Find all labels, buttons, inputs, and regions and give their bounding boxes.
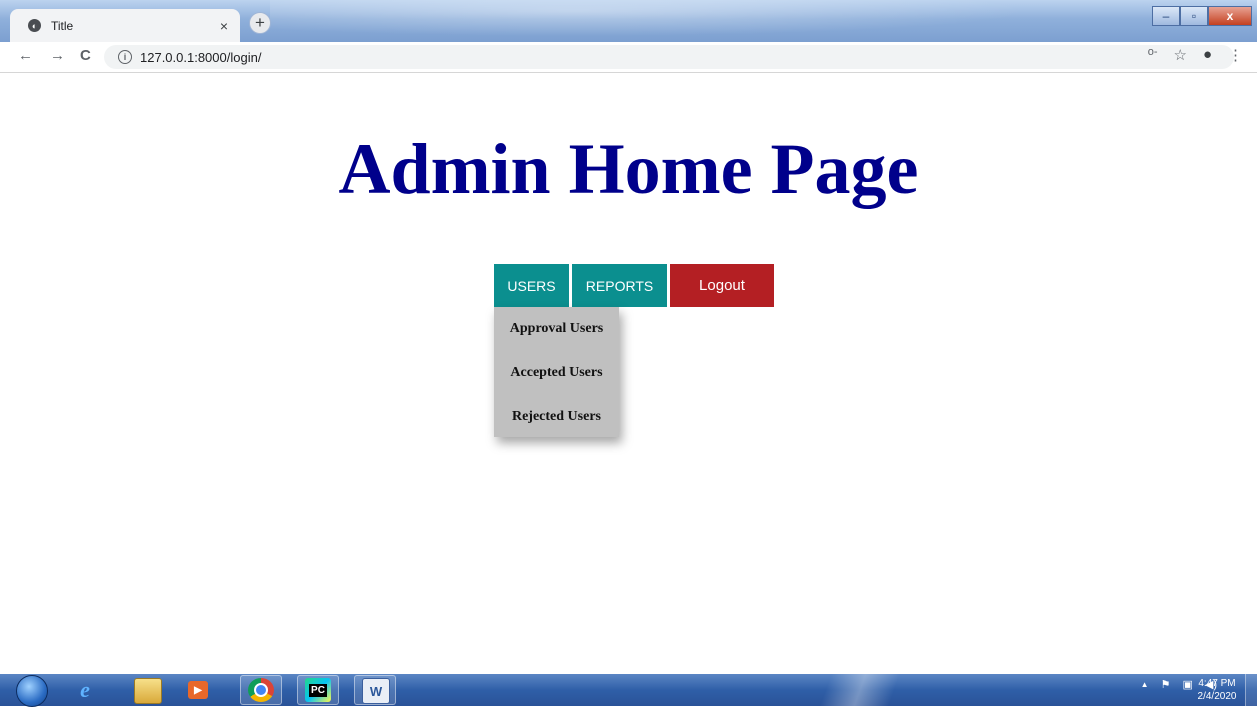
toolbar-icons: o- ☆ ● ⋮ [1148,46,1243,64]
maximize-button[interactable]: ▫ [1180,6,1208,26]
rejected-users-link[interactable]: Rejected Users [494,395,619,439]
taskbar-clock[interactable]: 4:47 PM 2/4/2020 [1192,677,1242,703]
action-center-flag-icon[interactable]: ⚑ [1161,678,1171,691]
file-explorer-icon[interactable] [134,678,162,704]
browser-menu-icon[interactable]: ⋮ [1228,46,1243,64]
pycharm-label: PC [309,683,327,697]
approval-users-link[interactable]: Approval Users [494,307,619,351]
close-window-button[interactable]: x [1208,6,1252,26]
minimize-button[interactable]: – [1152,6,1180,26]
account-icon[interactable]: ● [1203,46,1212,64]
address-bar[interactable]: i 127.0.0.1:8000/login/ [104,45,1234,69]
word-label: W [369,683,383,699]
back-icon[interactable]: ← [18,47,33,64]
new-tab-button[interactable]: + [249,12,271,34]
bookmark-star-icon[interactable]: ☆ [1173,46,1186,64]
word-icon: W [362,678,390,704]
clock-date: 2/4/2020 [1197,691,1237,702]
titlebar-glow [270,0,1030,36]
key-icon[interactable]: o- [1148,46,1158,64]
window-controls: – ▫ x [1152,6,1252,26]
start-button[interactable] [16,675,48,707]
browser-title-bar: ◐ Title × + – ▫ x [0,0,1257,42]
info-icon[interactable]: i [118,50,132,64]
tab-close-icon[interactable]: × [220,18,228,34]
windows-taskbar: e ▶ PC W ▲ ⚑ ▣ ◀) 4:47 PM 2/4/2020 [0,674,1257,707]
internet-explorer-icon[interactable]: e [72,677,98,702]
accepted-users-link[interactable]: Accepted Users [494,351,619,395]
browser-tab[interactable]: ◐ Title × [10,9,240,42]
logout-button[interactable]: Logout [670,264,774,307]
media-player-icon[interactable]: ▶ [188,681,208,699]
taskbar-highlight [780,674,940,706]
forward-icon[interactable]: → [50,47,65,64]
clock-time: 4:47 PM [1198,678,1236,689]
page-title: Admin Home Page [338,129,919,209]
users-menu-button[interactable]: USERS [494,264,569,307]
chrome-icon [248,678,274,702]
pycharm-icon: PC [305,678,331,702]
users-dropdown: Approval Users Accepted Users Rejected U… [494,307,619,437]
tray-expand-icon[interactable]: ▲ [1141,680,1149,689]
show-desktop-button[interactable] [1245,674,1257,706]
url-text: 127.0.0.1:8000/login/ [140,49,262,65]
browser-toolbar: ← → C i 127.0.0.1:8000/login/ o- ☆ ● ⋮ [0,42,1257,73]
reports-menu-button[interactable]: REPORTS [572,264,667,307]
tab-title: Title [51,18,74,33]
globe-icon: ◐ [28,19,41,32]
reload-icon[interactable]: C [80,47,91,64]
